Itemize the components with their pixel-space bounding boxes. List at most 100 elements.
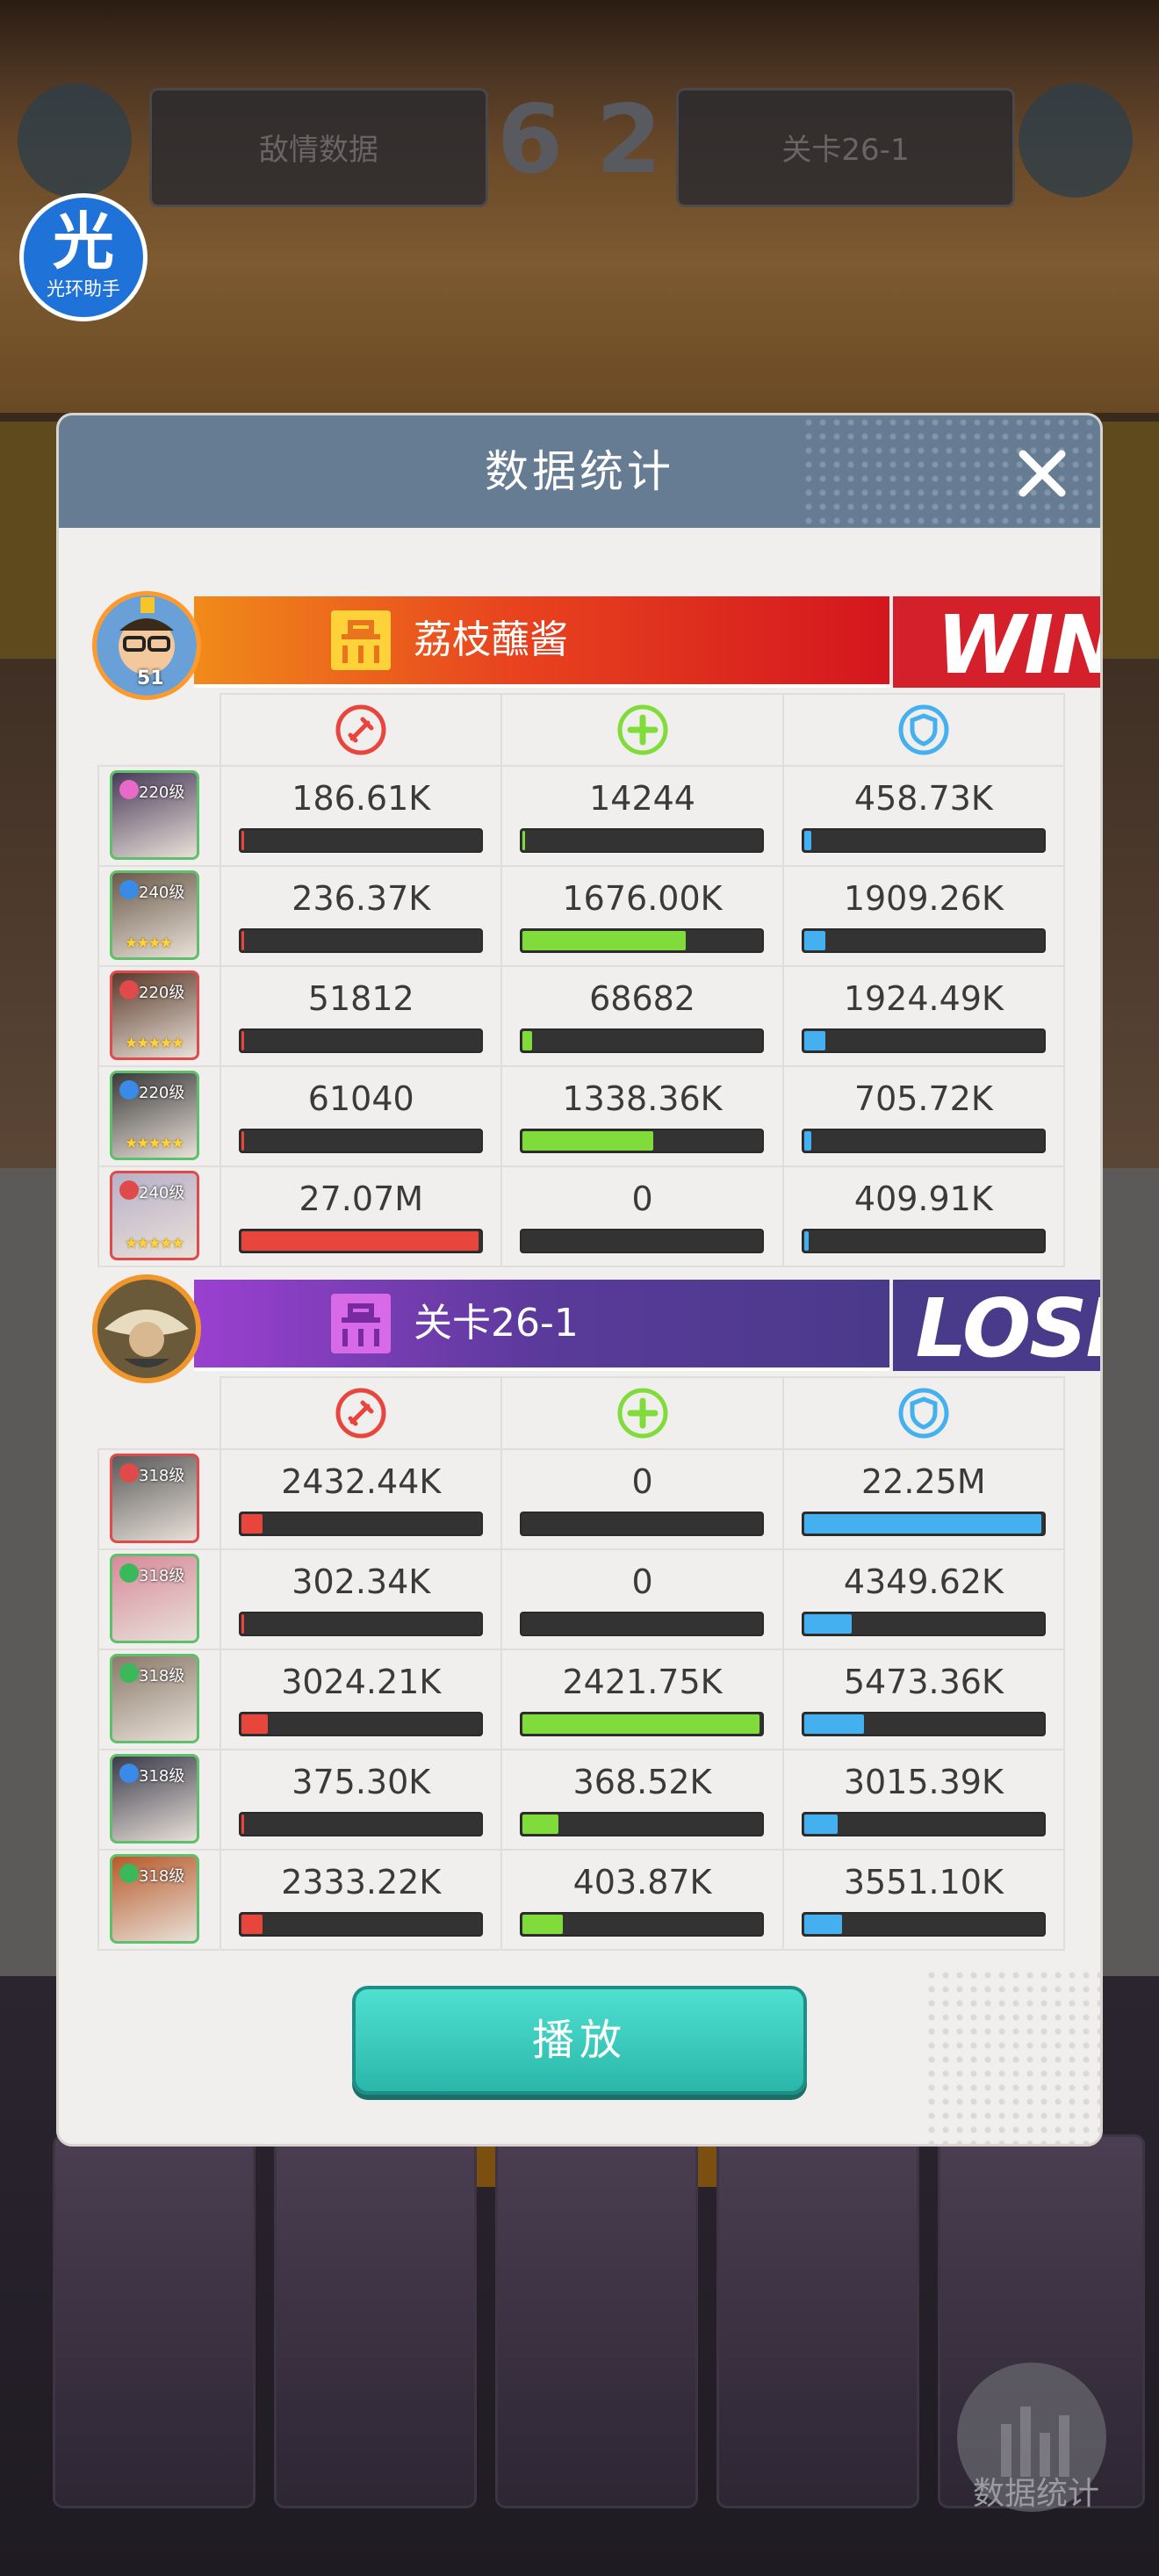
hero-portrait[interactable]: 240级 ★★★★ [110, 870, 199, 960]
hero-stats-row: 220级 186.61K 14244 458.73K [97, 765, 1066, 867]
tank-value: 705.72K [853, 1079, 993, 1118]
heal-bar [520, 1912, 765, 1937]
player-level: 51 [137, 667, 164, 689]
tank-bar-fill [803, 1815, 838, 1834]
hero-stats-row: 318级 302.34K 0 4349.62K [97, 1548, 1066, 1650]
team-name: 关卡26-1 [414, 1301, 579, 1346]
play-button[interactable]: 播放 [352, 1986, 807, 2095]
tank-bar-fill [803, 931, 825, 950]
damage-bar-fill [241, 831, 245, 850]
close-icon[interactable] [1011, 442, 1074, 505]
hero-portrait[interactable]: 318级 [110, 1554, 199, 1643]
damage-value: 236.37K [292, 879, 431, 918]
hero-avatar-cell: 318级 [97, 1849, 222, 1951]
damage-column-header [220, 693, 503, 767]
sword-icon [335, 1388, 386, 1439]
tank-column-header [781, 693, 1066, 767]
blue-faction-icon [119, 1080, 139, 1100]
tank-bar [801, 1229, 1046, 1253]
heal-bar [520, 1129, 765, 1153]
assistant-label: 光环助手 [47, 278, 120, 299]
blue-faction-icon [119, 880, 139, 899]
tank-column-header [781, 1376, 1066, 1450]
damage-stat-cell: 236.37K [220, 865, 503, 967]
hero-card [716, 2134, 919, 2508]
green-faction-icon [119, 1864, 139, 1883]
damage-bar-fill [241, 1815, 245, 1834]
hero-level: 220级 [139, 1084, 185, 1102]
heal-stat-cell: 1676.00K [500, 865, 784, 967]
heal-stat-cell: 403.87K [500, 1849, 784, 1951]
stats-button-label: 数据统计 [972, 2476, 1099, 2512]
stats-header-row [98, 1376, 1066, 1450]
result-lose-badge: LOSE [893, 1280, 1100, 1371]
team-stats-body: 220级 186.61K 14244 458.73K 240级 ★★★★ 236.37K 16… [97, 765, 1066, 1267]
tank-stat-cell: 3551.10K [781, 1849, 1066, 1951]
hero-portrait[interactable]: 318级 [110, 1754, 199, 1844]
heal-bar [520, 1229, 765, 1253]
damage-bar [239, 928, 484, 953]
tank-bar [801, 1712, 1046, 1736]
red-faction-icon [119, 1463, 139, 1483]
tank-bar-fill [803, 1614, 852, 1634]
hero-portrait[interactable]: 220级 ★★★★★ [110, 1071, 199, 1160]
damage-bar [239, 1028, 484, 1053]
hero-level: 240级 [139, 884, 185, 902]
hero-card [53, 2134, 256, 2508]
damage-bar-fill [241, 1614, 245, 1634]
heal-bar-fill [522, 931, 687, 950]
damage-bar-fill [241, 1514, 263, 1533]
tank-bar [801, 1612, 1046, 1636]
hero-portrait[interactable]: 318级 [110, 1654, 199, 1743]
hero-portrait[interactable]: 220级 ★★★★★ [110, 971, 199, 1060]
hero-stats-row: 240级 ★★★★ 236.37K 1676.00K 1909.26K [97, 865, 1066, 967]
heal-value: 0 [631, 1462, 653, 1501]
damage-stat-cell: 375.30K [220, 1749, 503, 1851]
hero-portrait[interactable]: 220级 [110, 770, 199, 860]
damage-bar-fill [241, 1915, 263, 1934]
enemy-avatar[interactable] [92, 1274, 201, 1383]
stats-header-row [98, 693, 1066, 767]
heal-bar-fill [522, 1815, 559, 1834]
assistant-floating-button[interactable]: 光 光环助手 [19, 193, 148, 321]
team-flag-icon [331, 610, 391, 670]
heal-column-header [500, 693, 784, 767]
left-team-panel: 敌情数据 [149, 88, 488, 207]
hero-avatar-cell: 220级 [97, 765, 222, 867]
shield-icon [898, 704, 949, 755]
damage-bar [239, 828, 484, 853]
heal-bar [520, 1028, 765, 1053]
hero-stats-row: 220级 ★★★★★ 51812 68682 1924.49K [97, 965, 1066, 1067]
damage-stat-cell: 27.07M [220, 1165, 503, 1267]
heal-bar [520, 828, 765, 853]
damage-value: 375.30K [292, 1763, 431, 1801]
hero-portrait[interactable]: 240级 ★★★★★ [110, 1171, 199, 1260]
tank-stat-cell: 409.91K [781, 1165, 1066, 1267]
hero-portrait[interactable]: 318级 [110, 1854, 199, 1944]
team-name-bar: 关卡26-1 [194, 1280, 889, 1371]
result-win-badge: WIN [893, 596, 1100, 688]
hero-portrait[interactable]: 318级 [110, 1454, 199, 1543]
green-faction-icon [119, 1563, 139, 1583]
team-name: 荔枝蘸酱 [414, 617, 568, 662]
tank-stat-cell: 4349.62K [781, 1548, 1066, 1650]
heal-stat-cell: 1338.36K [500, 1065, 784, 1167]
hero-stats-row: 240级 ★★★★★ 27.07M 0 409.91K [97, 1165, 1066, 1267]
player-avatar[interactable]: 51 [92, 591, 201, 700]
hero-stats-row: 318级 3024.21K 2421.75K 5473.36K [97, 1649, 1066, 1750]
heal-stat-cell: 68682 [500, 965, 784, 1067]
heal-bar [520, 1612, 765, 1636]
tank-bar-fill [803, 1915, 842, 1934]
heal-column-header [500, 1376, 784, 1450]
plus-icon [617, 704, 668, 755]
damage-value: 302.34K [292, 1562, 431, 1601]
tank-value: 458.73K [853, 779, 993, 818]
tank-stat-cell: 705.72K [781, 1065, 1066, 1167]
team-stats-body: 318级 2432.44K 0 22.25M 318级 302.34K 0 4349.62K 3… [97, 1448, 1066, 1951]
hero-level: 318级 [139, 1867, 185, 1886]
heal-bar-fill [522, 1714, 760, 1734]
damage-stat-cell: 61040 [220, 1065, 503, 1167]
damage-bar [239, 1712, 484, 1736]
heal-stat-cell: 0 [500, 1548, 784, 1650]
hero-level: 318级 [139, 1567, 185, 1585]
